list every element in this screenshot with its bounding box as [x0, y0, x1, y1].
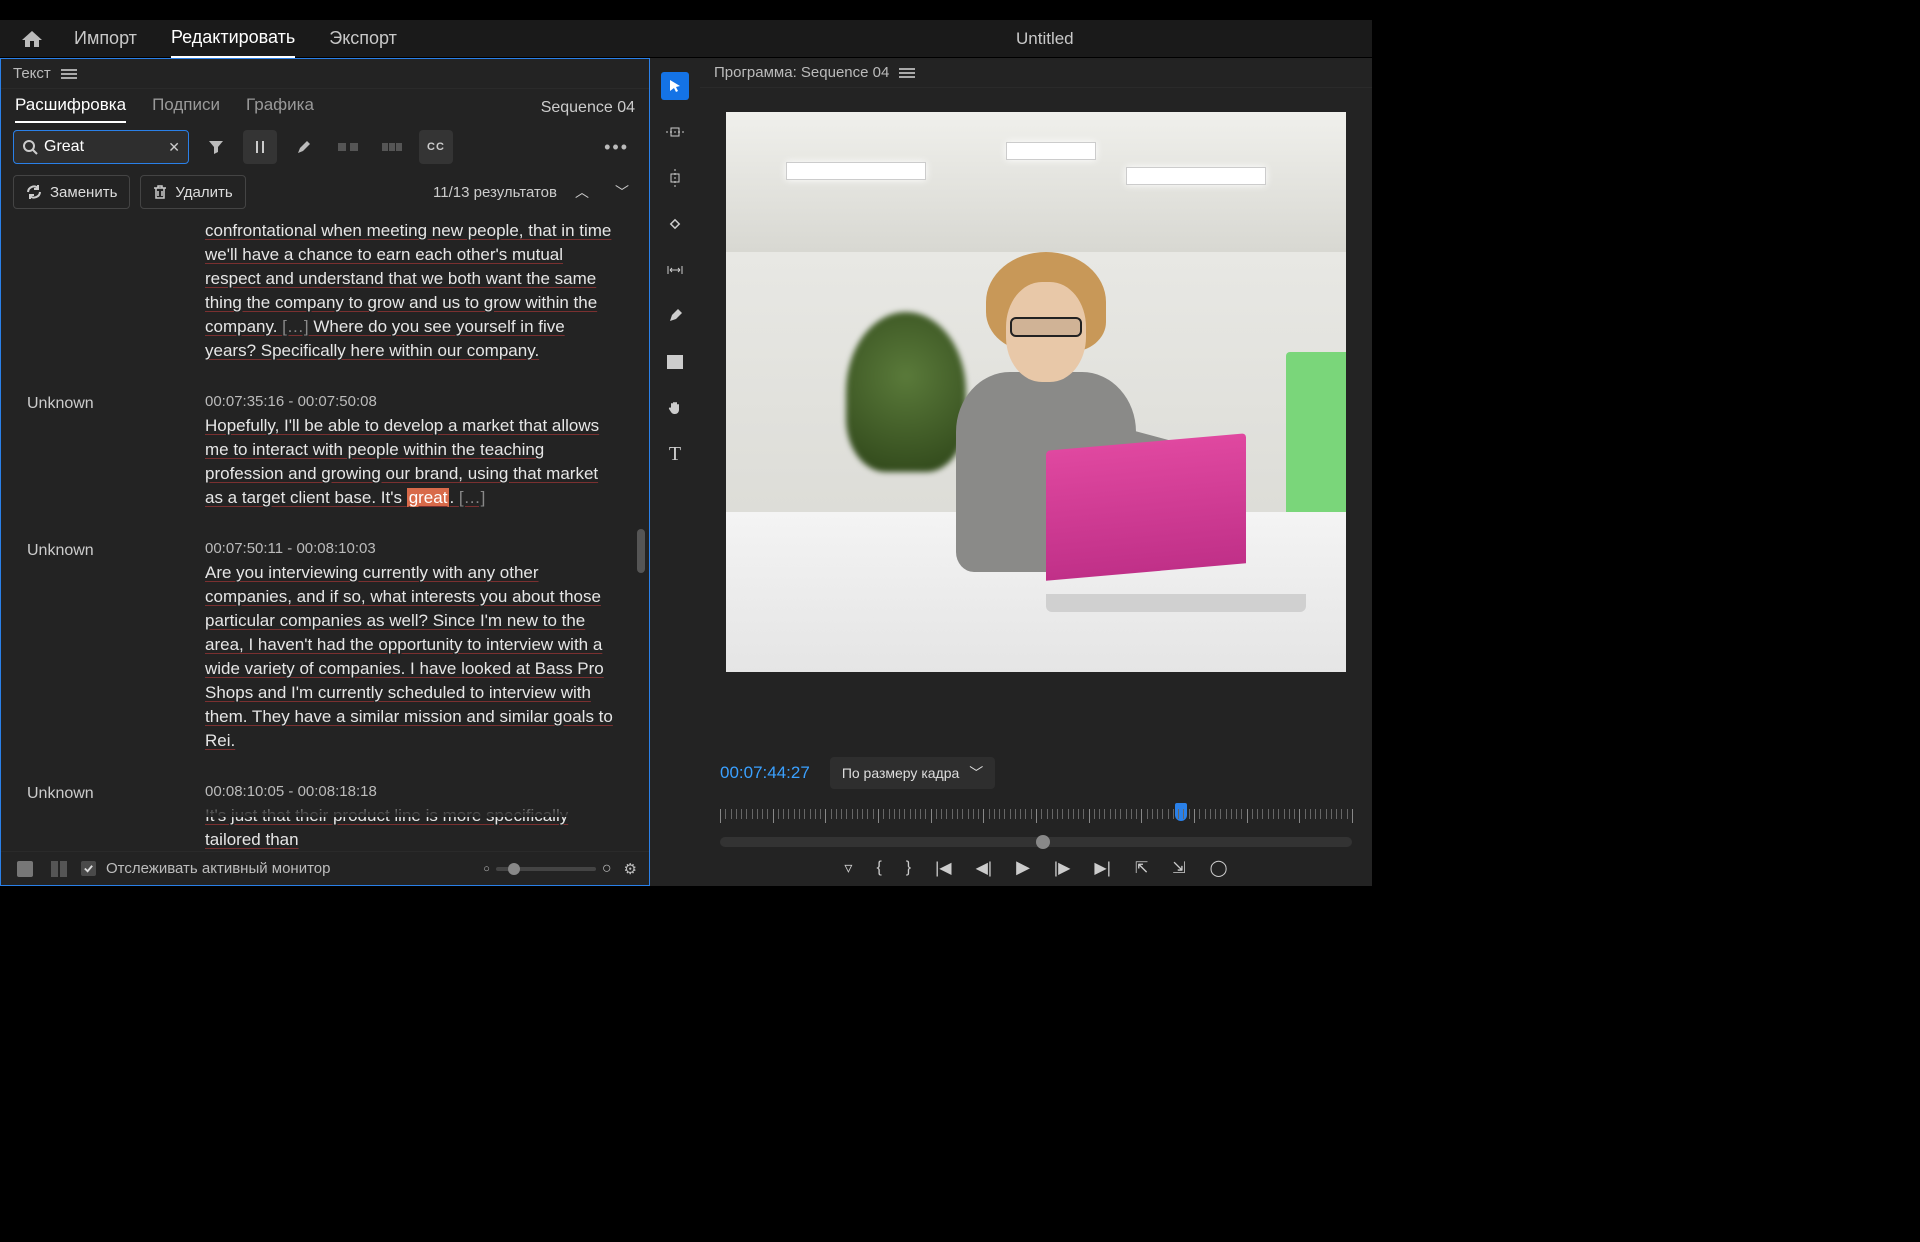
chevron-down-icon: ﹀ — [969, 763, 983, 783]
transcript-segment[interactable]: confrontational when meeting new people,… — [27, 219, 629, 363]
tab-transcript[interactable]: Расшифровка — [15, 95, 126, 123]
pen-tool-icon[interactable] — [661, 302, 689, 330]
export-frame-icon[interactable]: ◯ — [1210, 858, 1228, 878]
mark-out-icon[interactable]: } — [906, 859, 911, 877]
replace-label: Заменить — [50, 184, 117, 201]
settings-sliders-icon[interactable] — [243, 130, 277, 164]
search-icon — [22, 139, 38, 155]
zoom-fit-dropdown[interactable]: По размеру кадра ﹀ — [830, 757, 995, 789]
trash-icon — [153, 184, 167, 200]
step-back-icon[interactable]: ◀| — [976, 858, 992, 878]
search-input[interactable] — [44, 138, 168, 156]
prev-result-icon[interactable]: ︿ — [567, 178, 597, 206]
edit-pencil-icon[interactable] — [287, 130, 321, 164]
vertical-center-icon[interactable] — [661, 118, 689, 146]
tab-graphics[interactable]: Графика — [246, 95, 314, 123]
segment-text[interactable]: Are you interviewing currently with any … — [205, 561, 615, 753]
tab-captions[interactable]: Подписи — [152, 95, 220, 123]
video-preview[interactable] — [726, 112, 1346, 672]
transcript-segment[interactable]: Unknown00:07:35:16 - 00:07:50:08 Hopefull… — [27, 393, 629, 510]
nav-export[interactable]: Экспорт — [329, 20, 397, 57]
next-result-icon[interactable]: ﹀ — [607, 178, 637, 206]
track-monitor-label: Отслеживать активный монитор — [106, 860, 330, 877]
segment-text[interactable]: Hopefully, I'll be able to develop a mar… — [205, 414, 615, 510]
segment-text[interactable]: confrontational when meeting new people,… — [205, 219, 615, 363]
replace-button[interactable]: Заменить — [13, 175, 130, 209]
more-options-icon[interactable]: ••• — [604, 137, 637, 158]
mark-in-icon[interactable]: { — [876, 859, 881, 877]
zoom-settings-icon[interactable]: ⚙ — [624, 860, 637, 878]
view-mode-2-icon[interactable] — [47, 857, 71, 881]
scrollbar-thumb[interactable] — [637, 529, 645, 573]
zoom-in-icon[interactable]: ○ — [602, 860, 612, 878]
split-icon[interactable] — [375, 130, 409, 164]
rectangle-tool-icon[interactable] — [661, 348, 689, 376]
transcript-segment[interactable]: Unknown00:07:50:11 - 00:08:10:03 Are you … — [27, 540, 629, 753]
merge-icon[interactable] — [331, 130, 365, 164]
delete-label: Удалить — [175, 184, 232, 201]
timeline-ruler[interactable] — [720, 803, 1352, 829]
zoom-slider[interactable] — [496, 867, 596, 871]
segment-text[interactable]: It's just that their product line is mor… — [205, 804, 615, 851]
horizontal-center-icon[interactable] — [661, 164, 689, 192]
project-title: Untitled — [1016, 29, 1074, 49]
program-panel-menu-icon[interactable] — [899, 68, 915, 78]
window-titlebar — [0, 0, 1372, 20]
panel-menu-icon[interactable] — [61, 69, 77, 79]
cc-icon[interactable]: CC — [419, 130, 453, 164]
current-timecode[interactable]: 00:07:44:27 — [720, 763, 810, 783]
type-tool-icon[interactable]: T — [661, 440, 689, 468]
main-nav: Импорт Редактировать Экспорт Untitled — [0, 20, 1372, 58]
segment-timecode: 00:07:50:11 - 00:08:10:03 — [205, 540, 629, 557]
segment-timecode: 00:08:10:05 - 00:08:18:18 — [205, 783, 629, 800]
speaker-label — [27, 219, 205, 363]
sequence-label: Sequence 04 — [541, 99, 635, 123]
program-monitor-tools: T — [650, 58, 700, 886]
nav-edit[interactable]: Редактировать — [171, 19, 295, 58]
text-panel-title: Текст — [13, 65, 51, 82]
step-forward-icon[interactable]: |▶ — [1054, 858, 1070, 878]
play-icon[interactable]: ▶ — [1016, 857, 1030, 878]
speaker-label: Unknown — [27, 393, 205, 510]
selection-tool-icon[interactable] — [661, 72, 689, 100]
safe-margins-icon[interactable] — [661, 256, 689, 284]
speaker-label: Unknown — [27, 783, 205, 851]
extract-icon[interactable]: ⇲ — [1172, 858, 1185, 878]
go-to-out-icon[interactable]: ▶| — [1094, 858, 1110, 878]
view-mode-1-icon[interactable] — [13, 857, 37, 881]
track-monitor-checkbox[interactable] — [81, 861, 96, 876]
hand-tool-icon[interactable] — [661, 394, 689, 422]
clear-search-icon[interactable]: ✕ — [168, 139, 180, 156]
snap-icon[interactable] — [661, 210, 689, 238]
transcript-list[interactable]: confrontational when meeting new people,… — [1, 213, 649, 851]
nav-import[interactable]: Импорт — [74, 20, 137, 57]
home-icon[interactable] — [20, 29, 44, 49]
segment-timecode: 00:07:35:16 - 00:07:50:08 — [205, 393, 629, 410]
result-count: 11/13 результатов — [433, 184, 557, 201]
delete-button[interactable]: Удалить — [140, 175, 245, 209]
search-box[interactable]: ✕ — [13, 130, 189, 164]
filter-icon[interactable] — [199, 130, 233, 164]
program-monitor-panel: Программа: Sequence 04 — [700, 58, 1372, 886]
zoom-out-icon[interactable]: ○ — [483, 863, 490, 875]
program-panel-title: Программа: Sequence 04 — [714, 64, 889, 81]
zoom-fit-label: По размеру кадра — [842, 765, 959, 781]
text-panel: Текст Расшифровка Подписи Графика Sequen… — [0, 58, 650, 886]
go-to-in-icon[interactable]: |◀ — [935, 858, 951, 878]
lift-icon[interactable]: ⇱ — [1135, 858, 1148, 878]
transcript-segment[interactable]: Unknown00:08:10:05 - 00:08:18:18 It's jus… — [27, 783, 629, 851]
refresh-icon — [26, 184, 42, 200]
speaker-label: Unknown — [27, 540, 205, 753]
add-marker-icon[interactable]: ▿ — [844, 858, 852, 878]
playhead[interactable] — [1175, 803, 1187, 821]
timeline-scrollbar[interactable] — [720, 837, 1352, 847]
